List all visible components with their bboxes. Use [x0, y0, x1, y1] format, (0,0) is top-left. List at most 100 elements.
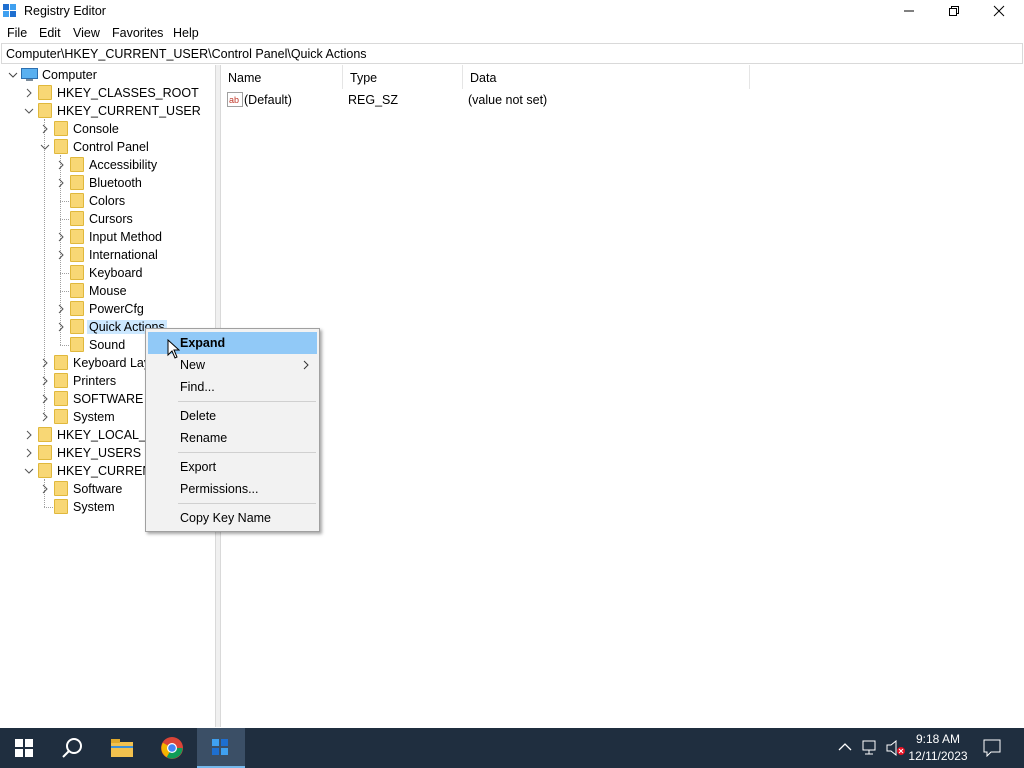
values-list[interactable]: Name Type Data ab (Default) REG_SZ (valu… [221, 65, 1024, 727]
chevron-up-icon[interactable] [838, 741, 852, 753]
chevron-down-icon[interactable] [24, 105, 34, 117]
value-data: (value not set) [468, 93, 548, 107]
menu-edit[interactable]: Edit [39, 26, 61, 40]
menu-item-copy-key-name[interactable]: Copy Key Name [148, 507, 317, 529]
folder-shape [70, 175, 84, 190]
menu-favorites[interactable]: Favorites [112, 26, 163, 40]
tree-node-label: System [73, 500, 115, 514]
start-button[interactable] [0, 728, 48, 768]
tree-connector-line [44, 507, 53, 508]
chevron-right-icon[interactable] [56, 249, 66, 261]
folder-shape [70, 319, 84, 334]
folder-shape [70, 337, 84, 352]
folder-icon [54, 409, 68, 424]
folder-shape [70, 193, 84, 208]
chevron-right-icon[interactable] [40, 375, 50, 387]
notification-icon[interactable] [983, 739, 1001, 757]
menu-item-find[interactable]: Find... [148, 376, 317, 398]
tree-node-label: Mouse [89, 284, 127, 298]
tree-node-cursors[interactable]: Cursors [1, 210, 215, 228]
tree-node-keyboard[interactable]: Keyboard [1, 264, 215, 282]
tree-node-colors[interactable]: Colors [1, 192, 215, 210]
chevron-down-icon[interactable] [40, 141, 50, 153]
tree-node-mouse[interactable]: Mouse [1, 282, 215, 300]
chevron-right-icon[interactable] [56, 303, 66, 315]
menu-file[interactable]: File [7, 26, 27, 40]
chevron-right-icon[interactable] [40, 411, 50, 423]
tree-node-hkey-classes-root[interactable]: HKEY_CLASSES_ROOT [1, 84, 215, 102]
registry-editor-icon [212, 739, 228, 755]
folder-icon [54, 391, 68, 406]
column-header-type[interactable]: Type [343, 65, 463, 89]
column-header-data[interactable]: Data [463, 65, 750, 89]
list-row[interactable]: ab (Default) REG_SZ (value not set) [221, 91, 750, 109]
tree-node-console[interactable]: Console [1, 120, 215, 138]
chevron-right-icon[interactable] [24, 447, 34, 459]
chevron-right-icon[interactable] [56, 159, 66, 171]
chevron-right-icon[interactable] [24, 87, 34, 99]
menu-item-export[interactable]: Export [148, 456, 317, 478]
taskbar: 9:18 AM 12/11/2023 [0, 728, 1024, 768]
tree-node-accessibility[interactable]: Accessibility [1, 156, 215, 174]
tree-node-bluetooth[interactable]: Bluetooth [1, 174, 215, 192]
folder-icon [70, 283, 84, 298]
close-button[interactable] [976, 0, 1022, 22]
chevron-right-icon[interactable] [40, 393, 50, 405]
menu-help[interactable]: Help [173, 26, 199, 40]
minimize-button[interactable] [886, 0, 932, 22]
chevron-right-icon[interactable] [56, 177, 66, 189]
folder-icon [38, 463, 52, 478]
menu-item-permissions[interactable]: Permissions... [148, 478, 317, 500]
registry-editor-taskbar-button[interactable] [197, 728, 245, 768]
file-explorer-taskbar-button[interactable] [98, 728, 146, 768]
folder-shape [38, 103, 52, 118]
tree-connector-line [60, 219, 69, 220]
tree-connector-line [60, 273, 69, 274]
chevron-right-icon[interactable] [56, 321, 66, 333]
windows-logo-icon [15, 739, 33, 757]
clock-time[interactable]: 9:18 AM [898, 732, 978, 746]
chevron-right-icon[interactable] [40, 357, 50, 369]
tree-connector-line [60, 291, 69, 292]
folder-icon [38, 103, 52, 118]
folder-shape [54, 373, 68, 388]
folder-shape [70, 247, 84, 262]
tree-node-hkey-current-user[interactable]: HKEY_CURRENT_USER [1, 102, 215, 120]
folder-shape [38, 445, 52, 460]
tree-node-label: Keyboard [89, 266, 143, 280]
chevron-right-icon[interactable] [40, 483, 50, 495]
folder-icon [70, 337, 84, 352]
restore-button[interactable] [931, 0, 977, 22]
value-type: REG_SZ [348, 93, 399, 107]
chevron-right-icon[interactable] [40, 123, 50, 135]
tree-node-computer[interactable]: Computer [1, 66, 215, 84]
chevron-right-icon[interactable] [24, 429, 34, 441]
minimize-icon [904, 10, 914, 12]
tree-node-label: Accessibility [89, 158, 158, 172]
chevron-down-icon[interactable] [24, 465, 34, 477]
chevron-right-icon [303, 360, 309, 370]
chrome-taskbar-button[interactable] [148, 728, 196, 768]
folder-icon [54, 499, 68, 514]
tree-node-label: Software [73, 482, 123, 496]
menu-item-rename[interactable]: Rename [148, 427, 317, 449]
menu-view[interactable]: View [73, 26, 100, 40]
tree-node-international[interactable]: International [1, 246, 215, 264]
folder-icon [38, 85, 52, 100]
folder-icon [70, 319, 84, 334]
chevron-right-icon[interactable] [56, 231, 66, 243]
clock-date[interactable]: 12/11/2023 [898, 749, 978, 763]
tree-node-powercfg[interactable]: PowerCfg [1, 300, 215, 318]
folder-icon [70, 229, 84, 244]
tree-node-input-method[interactable]: Input Method [1, 228, 215, 246]
tree-node-control-panel[interactable]: Control Panel [1, 138, 215, 156]
folder-shape [38, 463, 52, 478]
tree-node-label: Keyboard Lay [73, 356, 151, 370]
network-icon[interactable] [862, 740, 880, 756]
address-bar[interactable]: Computer\HKEY_CURRENT_USER\Control Panel… [1, 43, 1023, 64]
menu-item-delete[interactable]: Delete [148, 405, 317, 427]
search-button[interactable] [48, 728, 96, 768]
column-header-name[interactable]: Name [221, 65, 343, 89]
tree-node-label: Sound [89, 338, 126, 352]
tree-node-label: HKEY_CURRENT_USER [57, 104, 201, 118]
